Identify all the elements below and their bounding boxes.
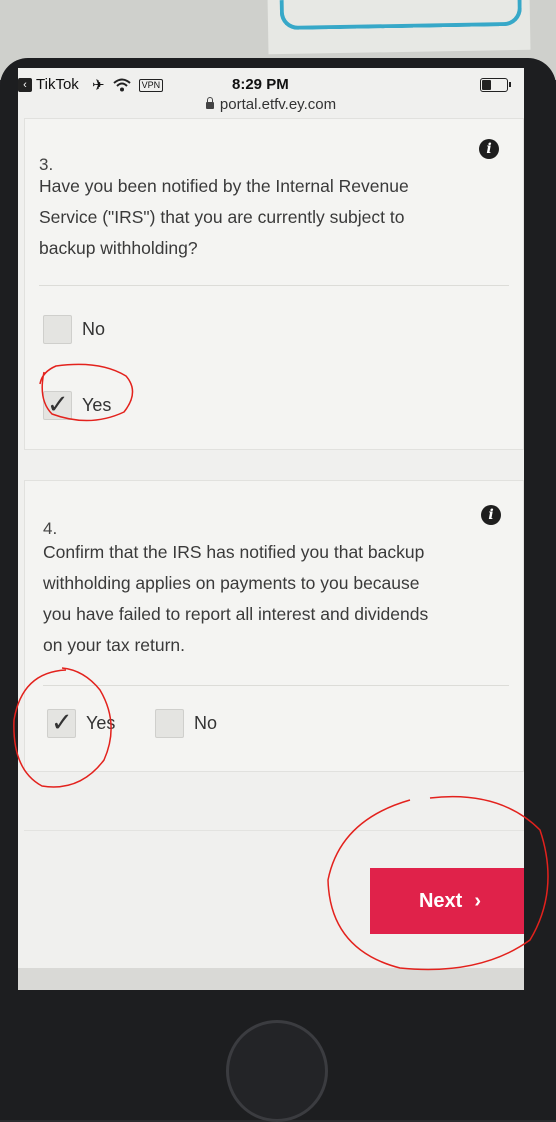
option-label: No xyxy=(194,713,218,733)
question-text-line: backup withholding? xyxy=(39,238,198,258)
question-number: 4. xyxy=(43,519,58,538)
checkbox[interactable] xyxy=(43,315,72,344)
question-text: Have you been notified by the Internal R… xyxy=(39,171,409,264)
question-text: Confirm that the IRS has notified you th… xyxy=(43,537,428,661)
info-icon[interactable]: i xyxy=(481,505,501,525)
sticky-note xyxy=(267,0,531,55)
back-app-label: TikTok xyxy=(36,76,79,93)
question-card-3: 3. i Have you been notified by the Inter… xyxy=(24,118,524,450)
option-no[interactable]: No xyxy=(43,315,105,344)
question-text-line: Have you been notified by the Internal R… xyxy=(39,176,409,196)
option-label: Yes xyxy=(86,713,116,733)
address-bar[interactable]: portal.etfv.ey.com xyxy=(18,96,524,113)
checkbox[interactable] xyxy=(155,709,184,738)
home-button[interactable] xyxy=(226,1020,328,1122)
divider xyxy=(39,285,509,286)
wifi-icon xyxy=(112,78,131,92)
back-to-app[interactable]: ‹ TikTok xyxy=(18,76,79,93)
status-icons: ✈ VPN xyxy=(92,76,164,94)
option-yes[interactable]: Yes xyxy=(47,707,116,738)
url-text: portal.etfv.ey.com xyxy=(219,96,337,113)
battery-icon xyxy=(480,78,511,92)
info-icon[interactable]: i xyxy=(479,139,499,159)
bottom-toolbar xyxy=(18,968,524,990)
clock: 8:29 PM xyxy=(232,76,289,93)
next-button[interactable]: Next › xyxy=(370,868,524,934)
divider xyxy=(24,830,524,831)
question-text-line: Service ("IRS") that you are currently s… xyxy=(39,207,405,227)
question-text-line: on your tax return. xyxy=(43,635,186,655)
chevron-left-icon: ‹ xyxy=(18,77,32,92)
divider xyxy=(43,685,509,686)
option-yes[interactable]: Yes xyxy=(43,389,112,420)
vpn-badge: VPN xyxy=(138,78,164,92)
airplane-icon: ✈ xyxy=(92,77,105,94)
question-text-line: you have failed to report all interest a… xyxy=(43,604,429,624)
question-text-line: Confirm that the IRS has notified you th… xyxy=(43,542,425,562)
option-no[interactable]: No xyxy=(155,709,217,738)
option-label: Yes xyxy=(82,395,112,415)
option-label: No xyxy=(82,319,106,339)
checkbox-checked[interactable] xyxy=(47,707,76,738)
question-card-4: 4. i Confirm that the IRS has notified y… xyxy=(24,480,524,772)
next-button-label: Next xyxy=(418,889,463,912)
phone-screen: ‹ TikTok ✈ VPN 8:29 PM portal.etfv.ey.co… xyxy=(18,68,524,990)
checkbox-checked[interactable] xyxy=(43,389,72,420)
chevron-right-icon: › xyxy=(474,889,482,912)
lock-icon xyxy=(205,97,214,109)
question-text-line: withholding applies on payments to you b… xyxy=(43,573,420,593)
status-bar: ‹ TikTok ✈ VPN 8:29 PM xyxy=(18,74,524,96)
